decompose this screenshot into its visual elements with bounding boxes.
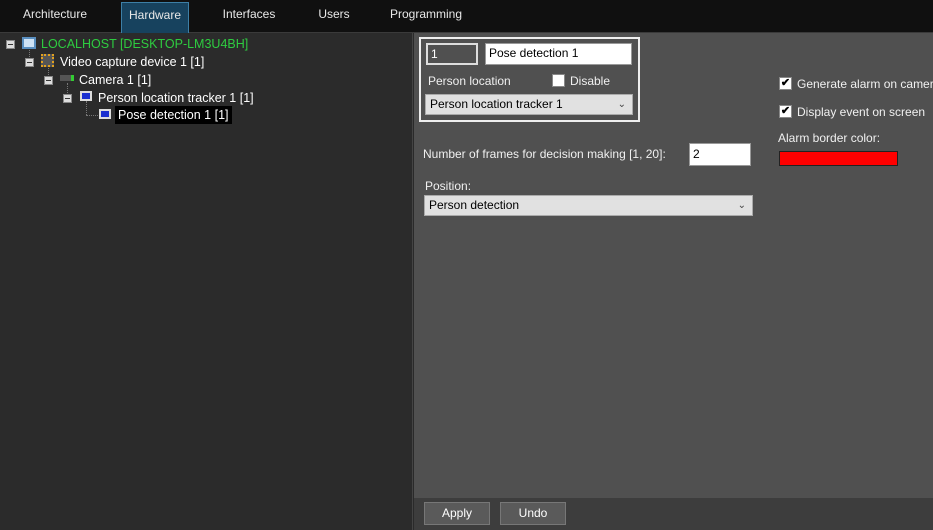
collapse-toggle[interactable]	[6, 40, 15, 49]
person-location-label: Person location	[428, 74, 511, 88]
tree-node-host[interactable]: LOCALHOST [DESKTOP-LM3U4BH]	[41, 35, 248, 53]
video-device-icon	[41, 54, 54, 67]
display-event-label: Display event on screen	[797, 105, 926, 119]
object-name-field[interactable]: Pose detection 1	[485, 43, 632, 65]
detector-icon	[99, 109, 111, 119]
chevron-down-icon: ⌄	[617, 99, 626, 110]
position-select[interactable]: Person detection ⌄	[424, 195, 753, 216]
camera-icon	[60, 75, 74, 81]
position-label: Position:	[425, 179, 472, 193]
collapse-toggle[interactable]	[44, 76, 53, 85]
tab-programming[interactable]: Programming	[384, 0, 468, 31]
tracker-select-value: Person location tracker 1	[430, 97, 563, 111]
collapse-toggle[interactable]	[25, 58, 34, 67]
detector-icon	[80, 91, 92, 101]
hardware-tree: LOCALHOST [DESKTOP-LM3U4BH] Video captur…	[0, 33, 413, 530]
chevron-down-icon: ⌄	[737, 200, 746, 211]
tree-node-tracker[interactable]: Person location tracker 1 [1]	[98, 89, 254, 107]
apply-button[interactable]: Apply	[424, 502, 490, 525]
frames-field[interactable]: 2	[689, 143, 751, 166]
alarm-color-label: Alarm border color:	[778, 131, 881, 145]
collapse-toggle[interactable]	[63, 94, 72, 103]
frames-label: Number of frames for decision making [1,…	[423, 147, 666, 161]
undo-button[interactable]: Undo	[500, 502, 566, 525]
tab-interfaces[interactable]: Interfaces	[212, 0, 286, 31]
tab-architecture[interactable]: Architecture	[10, 0, 100, 31]
computer-icon	[22, 37, 36, 49]
tree-node-video-device[interactable]: Video capture device 1 [1]	[60, 53, 204, 71]
tree-node-camera[interactable]: Camera 1 [1]	[79, 71, 151, 89]
action-bar: Apply Undo	[414, 498, 933, 530]
disable-label: Disable	[570, 74, 611, 88]
position-select-value: Person detection	[429, 198, 520, 212]
top-tab-bar: Architecture Hardware Interfaces Users P…	[0, 0, 933, 33]
generate-alarm-checkbox[interactable]: ✔	[779, 77, 792, 90]
tracker-select[interactable]: Person location tracker 1 ⌄	[425, 94, 633, 115]
settings-panel: 1 Pose detection 1 Person location Disab…	[414, 33, 933, 498]
tab-users[interactable]: Users	[306, 0, 362, 31]
disable-checkbox[interactable]	[552, 74, 565, 87]
alarm-color-swatch[interactable]	[779, 151, 898, 166]
object-id-field[interactable]: 1	[426, 43, 478, 65]
generate-alarm-label: Generate alarm on camera	[797, 77, 933, 91]
tree-node-pose-detection[interactable]: Pose detection 1 [1]	[115, 106, 232, 124]
tab-hardware[interactable]: Hardware	[121, 2, 189, 33]
display-event-checkbox[interactable]: ✔	[779, 105, 792, 118]
